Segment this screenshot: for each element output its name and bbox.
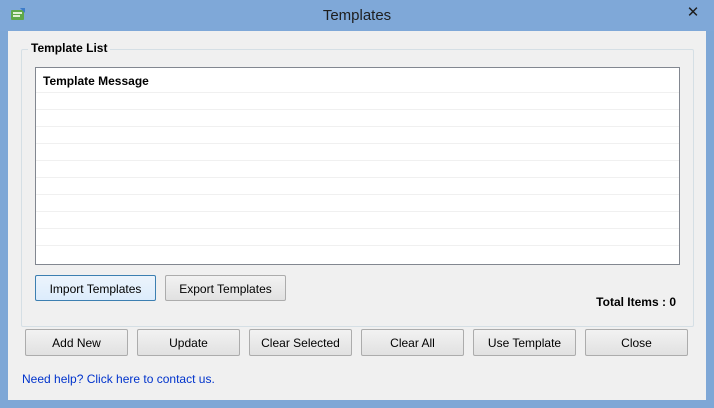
group-label: Template List bbox=[28, 41, 111, 55]
add-new-button[interactable]: Add New bbox=[25, 329, 128, 356]
total-items-label: Total Items : bbox=[596, 295, 666, 309]
column-header-template-message[interactable]: Template Message bbox=[36, 68, 679, 93]
templates-window: Templates ✕ Template List Template Messa… bbox=[0, 0, 714, 408]
list-row bbox=[36, 178, 679, 195]
title-bar[interactable]: Templates ✕ bbox=[0, 0, 714, 31]
list-row bbox=[36, 110, 679, 127]
action-bar: Add New Update Clear Selected Clear All … bbox=[21, 325, 694, 366]
template-listview[interactable]: Template Message bbox=[35, 67, 680, 265]
list-row bbox=[36, 161, 679, 178]
use-template-button[interactable]: Use Template bbox=[473, 329, 576, 356]
window-title: Templates bbox=[322, 7, 392, 24]
update-button[interactable]: Update bbox=[137, 329, 240, 356]
close-window-icon[interactable]: ✕ bbox=[680, 3, 706, 23]
clear-all-button[interactable]: Clear All bbox=[361, 329, 464, 356]
list-row bbox=[36, 127, 679, 144]
clear-selected-button[interactable]: Clear Selected bbox=[249, 329, 352, 356]
column-header-label: Template Message bbox=[43, 74, 149, 88]
client-area: Template List Template Message Import Te… bbox=[8, 31, 706, 400]
total-items: Total Items : 0 bbox=[596, 295, 676, 309]
list-row bbox=[36, 144, 679, 161]
list-row bbox=[36, 93, 679, 110]
list-row bbox=[36, 229, 679, 246]
total-items-value: 0 bbox=[669, 295, 676, 309]
close-button[interactable]: Close bbox=[585, 329, 688, 356]
list-row bbox=[36, 195, 679, 212]
list-row bbox=[36, 212, 679, 229]
import-templates-button[interactable]: Import Templates bbox=[35, 275, 156, 301]
export-templates-button[interactable]: Export Templates bbox=[165, 275, 286, 301]
template-list-group: Template List Template Message Import Te… bbox=[21, 41, 694, 327]
help-contact-link[interactable]: Need help? Click here to contact us. bbox=[22, 372, 215, 386]
